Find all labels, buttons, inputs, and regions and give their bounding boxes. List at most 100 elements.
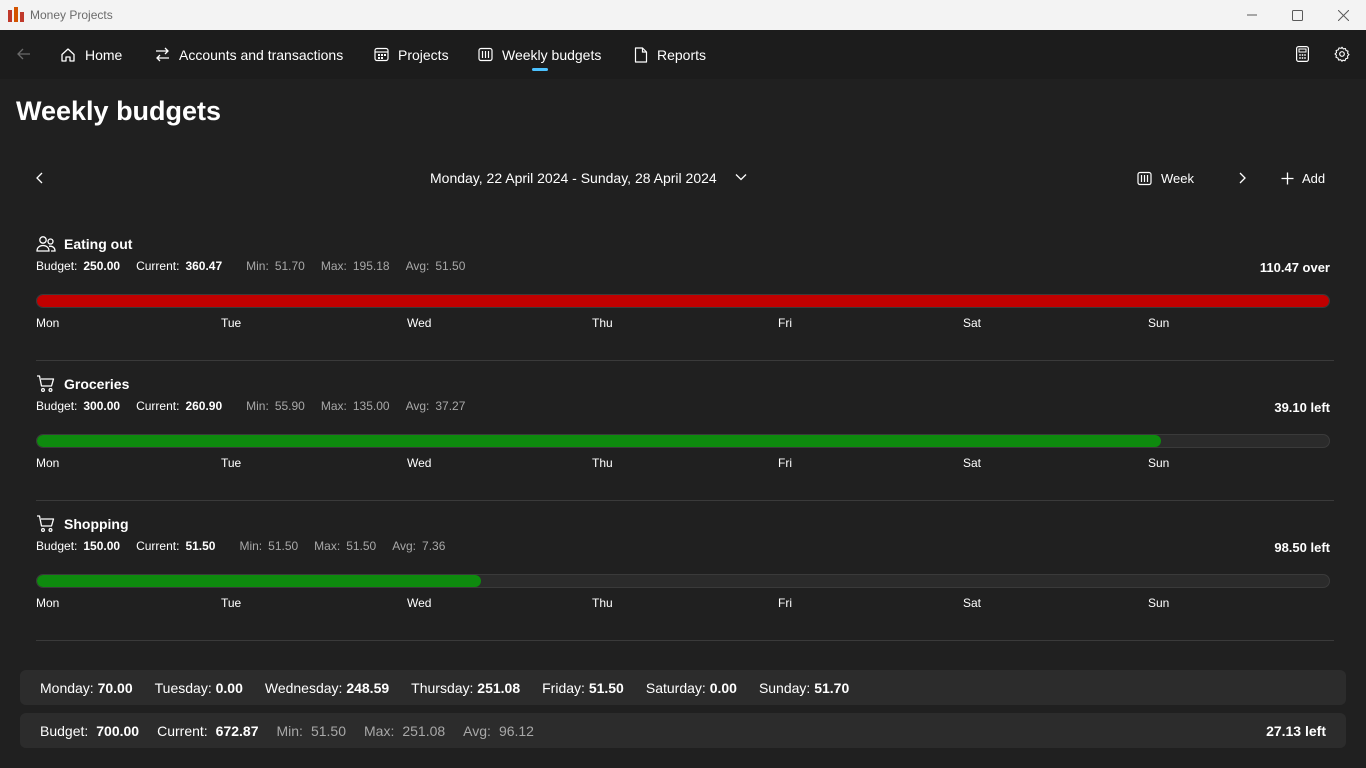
day-label-tue: Tue	[221, 316, 242, 330]
total-current-value: 672.87	[215, 722, 259, 739]
avg-value: 37.27	[435, 399, 466, 413]
home-icon	[61, 47, 75, 62]
people-icon	[36, 236, 56, 252]
budget-progress-bar	[36, 434, 1330, 448]
daily-total-tuesday: Tuesday: 0.00	[155, 680, 243, 696]
nav-accounts-label: Accounts and transactions	[179, 46, 344, 63]
next-week-button[interactable]	[1232, 168, 1252, 188]
budget-card-groceries[interactable]: Groceries Budget: 300.00 Current: 260.90…	[36, 372, 1334, 512]
budget-progress-fill	[37, 575, 481, 587]
cart-icon	[37, 375, 55, 393]
avg-label: Avg:	[392, 539, 417, 553]
budget-name: Shopping	[64, 516, 129, 532]
chevron-down-icon	[735, 174, 747, 181]
calculator-button[interactable]	[1292, 44, 1312, 64]
current-label: Current:	[136, 399, 180, 413]
max-label: Max:	[320, 399, 347, 413]
maximize-button[interactable]	[1274, 0, 1320, 30]
budget-label: Budget:	[36, 259, 78, 273]
day-label-sun: Sun	[1148, 596, 1170, 610]
day-label-fri: Fri	[778, 596, 792, 610]
maximize-icon	[1291, 9, 1303, 21]
total-summary-panel: Budget: 700.00 Current: 672.87 Min: 51.5…	[20, 713, 1346, 748]
day-label-mon: Mon	[36, 456, 60, 470]
minimize-button[interactable]	[1229, 0, 1275, 30]
total-status: 27.13 left	[1266, 722, 1326, 739]
budget-value: 250.00	[83, 259, 121, 273]
add-budget-button[interactable]: Add	[1281, 168, 1325, 188]
budget-progress-fill	[37, 435, 1161, 447]
day-total-value: 51.70	[814, 679, 850, 696]
page-title: Weekly budgets	[16, 96, 222, 126]
current-label: Current:	[136, 259, 180, 273]
budget-card-shopping[interactable]: Shopping Budget: 150.00 Current: 51.50 M…	[36, 512, 1334, 652]
nav-reports-label: Reports	[657, 46, 707, 63]
nav-weekly-budgets-label: Weekly budgets	[502, 46, 602, 63]
day-label-wed: Wed	[407, 456, 432, 470]
day-label-wed: Wed	[407, 316, 432, 330]
max-label: Max:	[320, 259, 347, 273]
document-icon	[634, 46, 648, 63]
gear-icon	[1334, 46, 1350, 62]
day-total-value: 0.00	[709, 679, 737, 696]
total-max-value: 251.08	[402, 722, 446, 739]
day-label-fri: Fri	[778, 316, 792, 330]
back-arrow-icon	[17, 48, 30, 60]
date-range-label[interactable]: Monday, 22 April 2024 - Sunday, 28 April…	[430, 170, 717, 186]
day-name: Tuesday:	[154, 679, 212, 696]
max-value: 195.18	[352, 259, 390, 273]
total-max-label: Max:	[364, 722, 395, 739]
daily-total-sunday: Sunday: 51.70	[759, 680, 849, 696]
min-label: Min:	[239, 539, 263, 553]
avg-label: Avg:	[405, 259, 430, 273]
nav-reports[interactable]: Reports	[634, 30, 706, 79]
min-value: 51.50	[268, 539, 299, 553]
nav-weekly-budgets[interactable]: Weekly budgets	[478, 30, 601, 79]
avg-value: 51.50	[435, 259, 466, 273]
day-label-mon: Mon	[36, 316, 60, 330]
plus-icon	[1281, 172, 1294, 184]
budget-name: Eating out	[64, 236, 133, 252]
calendar-grid-icon	[374, 47, 389, 62]
budget-stats: Budget: 250.00 Current: 360.47 Min: 51.7…	[36, 259, 473, 273]
chevron-left-icon	[36, 172, 43, 184]
total-current-label: Current:	[157, 722, 208, 739]
budget-progress-fill	[37, 295, 1329, 307]
settings-button[interactable]	[1332, 44, 1352, 64]
back-button[interactable]	[14, 44, 34, 64]
daily-total-saturday: Saturday: 0.00	[646, 680, 737, 696]
budget-status: 110.47 over	[1259, 260, 1330, 275]
budget-card-eating-out[interactable]: Eating out Budget: 250.00 Current: 360.4…	[36, 232, 1334, 372]
daily-total-thursday: Thursday: 251.08	[411, 680, 520, 696]
week-columns-icon	[478, 47, 493, 62]
title-bar: Money Projects	[0, 0, 1366, 30]
avg-label: Avg:	[405, 399, 430, 413]
budget-status: 98.50 left	[1274, 540, 1330, 555]
avg-value: 7.36	[422, 539, 446, 553]
minimize-icon	[1247, 14, 1257, 16]
week-view-button[interactable]: Week	[1137, 168, 1194, 188]
daily-total-wednesday: Wednesday: 248.59	[265, 680, 389, 696]
budget-stats: Budget: 150.00 Current: 51.50 Min: 51.50…	[36, 539, 453, 553]
calculator-icon	[1295, 46, 1309, 62]
day-total-value: 0.00	[215, 679, 243, 696]
budget-value: 150.00	[83, 539, 121, 553]
transfer-icon	[156, 47, 169, 62]
day-name: Friday:	[542, 679, 585, 696]
divider	[36, 500, 1334, 501]
total-avg-value: 96.12	[498, 722, 534, 739]
nav-home[interactable]: Home	[60, 30, 122, 79]
day-name: Sunday:	[758, 679, 811, 696]
nav-accounts-and-transactions[interactable]: Accounts and transactions	[155, 30, 343, 79]
current-value: 260.90	[185, 399, 223, 413]
previous-week-button[interactable]	[30, 168, 50, 188]
min-label: Min:	[246, 399, 269, 413]
close-button[interactable]	[1320, 0, 1366, 30]
date-range-dropdown[interactable]	[732, 168, 750, 186]
app-logo-icon	[8, 7, 24, 22]
day-label-sun: Sun	[1148, 456, 1170, 470]
nav-projects[interactable]: Projects	[374, 30, 449, 79]
daily-totals-panel: Monday: 70.00 Tuesday: 0.00 Wednesday: 2…	[20, 670, 1346, 705]
close-icon	[1337, 9, 1349, 21]
day-label-wed: Wed	[407, 596, 432, 610]
